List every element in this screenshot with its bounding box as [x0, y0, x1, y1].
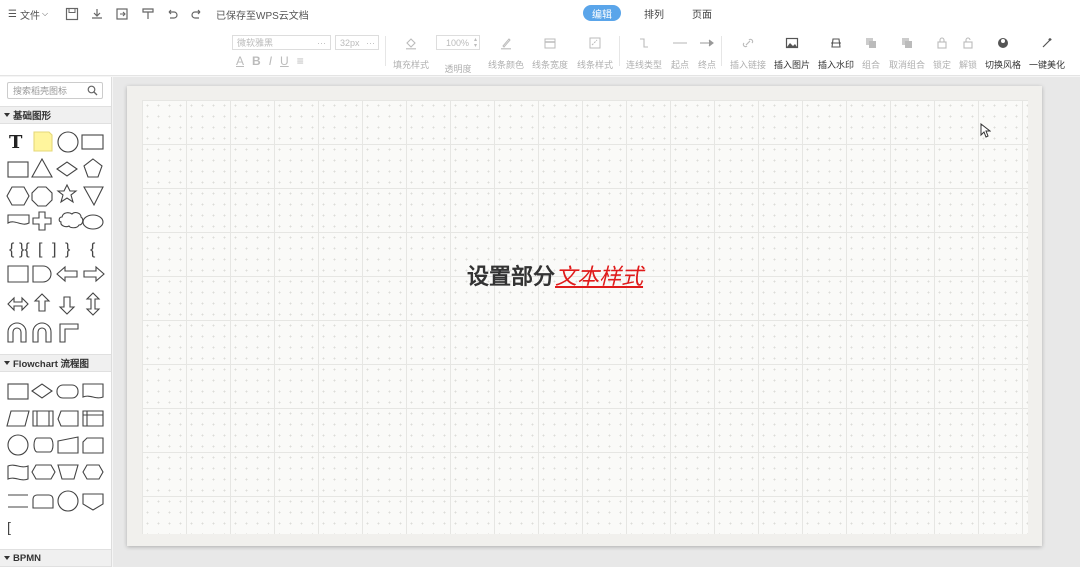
tool-label: 终点 — [697, 60, 716, 70]
fill-icon — [402, 34, 420, 52]
toolbar-separator — [721, 36, 722, 66]
svg-text:{: { — [90, 241, 96, 258]
font-family-select[interactable]: 微软雅黑 ··· — [232, 35, 331, 50]
plain-text-segment[interactable]: 设置部分 — [467, 265, 555, 290]
tool-label: 插入图片 — [773, 60, 810, 70]
canvas-page[interactable]: 设置部分文本样式 — [127, 86, 1042, 546]
save-status: 已保存至WPS云文档 — [216, 10, 309, 22]
collapse-arrow-icon — [4, 556, 10, 560]
section-bpmn[interactable]: BPMN — [0, 549, 111, 567]
line-width-icon — [541, 34, 559, 52]
line-color-tool[interactable]: 线条颜色 — [481, 34, 531, 71]
opacity-tool[interactable]: 透明度 — [433, 62, 483, 75]
format-painter-icon[interactable] — [140, 6, 156, 22]
line-width-tool[interactable]: 线条宽度 — [525, 34, 575, 71]
bold-button[interactable]: B — [252, 54, 261, 68]
ungroup-icon — [898, 34, 916, 52]
tool-label: 组合 — [861, 60, 880, 70]
hamburger-icon: ☰ — [8, 8, 17, 20]
export-icon[interactable] — [114, 6, 130, 22]
opacity-value: 100% — [445, 37, 469, 48]
top-bar: ☰ 文件 ⌵ 已保存至WPS云文档 编辑 排列 页面 — [0, 0, 1080, 28]
section-flowchart[interactable]: Flowchart 流程图 — [0, 354, 111, 372]
collapse-arrow-icon — [4, 113, 10, 117]
tool-label: 一键美化 — [1028, 60, 1065, 70]
section-title: BPMN — [13, 552, 41, 564]
beautify-tool[interactable]: 一键美化 — [1022, 34, 1072, 71]
svg-text:T: T — [9, 132, 23, 153]
search-icon — [87, 85, 98, 96]
connector-type-icon — [635, 34, 653, 52]
svg-text:[: [ — [38, 241, 43, 258]
tab-arrange[interactable]: 排列 — [639, 5, 669, 21]
redo-icon[interactable] — [189, 6, 205, 22]
flowchart-shapes-grid[interactable]: [ — [5, 377, 109, 537]
download-icon[interactable] — [89, 6, 105, 22]
line-style-tool[interactable]: 线条样式 — [570, 34, 620, 71]
tool-label: 线条样式 — [576, 60, 613, 70]
save-icon[interactable] — [64, 6, 80, 22]
stepper-icon: ▴ ▾ — [473, 36, 477, 49]
tab-edit[interactable]: 编辑 — [583, 5, 621, 21]
svg-text:]: ] — [52, 241, 56, 258]
font-family-value: 微软雅黑 — [237, 38, 274, 48]
search-placeholder: 搜索稻壳图标 — [13, 86, 68, 96]
svg-text:}: } — [65, 241, 71, 258]
insert-link-tool[interactable]: 插入链接 — [723, 34, 773, 71]
insert-image-tool[interactable]: 插入图片 — [767, 34, 817, 71]
underline-button[interactable]: U — [280, 54, 289, 68]
tool-label: 透明度 — [444, 64, 472, 74]
tool-label: 线条颜色 — [487, 60, 524, 70]
watermark-icon — [827, 34, 845, 52]
tool-label: 插入链接 — [729, 60, 766, 70]
image-icon — [783, 34, 801, 52]
tool-label: 线条宽度 — [531, 60, 568, 70]
opacity-input[interactable]: 100% ▴ ▾ — [436, 35, 480, 50]
unlock-icon — [959, 34, 977, 52]
section-title: Flowchart 流程图 — [13, 359, 90, 370]
section-basic-shapes[interactable]: 基础图形 — [0, 106, 111, 124]
switch-theme-tool[interactable]: 切换风格 — [978, 34, 1028, 71]
basic-shapes-grid[interactable]: T { }{ [ ] } { — [5, 129, 109, 347]
link-icon — [739, 34, 757, 52]
svg-text:}{: }{ — [19, 241, 30, 258]
italic-button[interactable]: I — [269, 54, 272, 68]
svg-text:[: [ — [7, 519, 11, 535]
canvas-text-box[interactable]: 设置部分文本样式 — [467, 259, 643, 291]
line-end-icon — [698, 34, 716, 52]
svg-text:{: { — [9, 241, 15, 258]
file-menu-label: 文件 — [19, 10, 40, 22]
canvas-grid[interactable]: 设置部分文本样式 — [142, 100, 1028, 534]
more-icon: ··· — [366, 37, 375, 48]
align-button[interactable]: ≡ — [297, 54, 304, 68]
tool-label: 切换风格 — [984, 60, 1021, 70]
more-icon: ··· — [317, 37, 326, 48]
shape-library-sidebar: 搜索稻壳图标 基础图形 T {}{[]} {Flowchart 流程图… — [0, 77, 112, 567]
group-icon — [862, 34, 880, 52]
format-toolbar: 微软雅黑 ··· 32px ··· A B I U ≡ 填充样式 100% ▴ ▾… — [0, 28, 1080, 76]
font-size-select[interactable]: 32px ··· — [335, 35, 379, 50]
section-title: 基础图形 — [13, 111, 52, 122]
mouse-cursor-icon — [980, 123, 991, 138]
tool-label: 填充样式 — [392, 60, 429, 70]
file-menu[interactable]: ☰ 文件 ⌵ — [8, 6, 48, 22]
font-size-value: 32px — [340, 37, 360, 48]
collapse-arrow-icon — [4, 361, 10, 365]
tool-label: 解锁 — [958, 60, 977, 70]
shape-search-input[interactable]: 搜索稻壳图标 — [7, 82, 103, 99]
line-style-icon — [586, 34, 604, 52]
mode-tabs: 编辑 排列 页面 — [583, 5, 721, 21]
line-color-icon — [497, 34, 515, 52]
theme-icon — [994, 34, 1012, 52]
beautify-icon — [1038, 34, 1056, 52]
text-format-buttons: A B I U ≡ — [236, 54, 304, 68]
undo-icon[interactable] — [164, 6, 180, 22]
canvas-workspace[interactable]: 设置部分文本样式 — [113, 77, 1080, 567]
styled-text-segment[interactable]: 文本样式 — [555, 265, 643, 290]
chevron-down-icon: ⌵ — [41, 9, 49, 18]
fill-style-tool[interactable]: 填充样式 — [386, 34, 436, 71]
tab-page[interactable]: 页面 — [685, 5, 719, 21]
font-color-button[interactable]: A — [236, 54, 244, 68]
